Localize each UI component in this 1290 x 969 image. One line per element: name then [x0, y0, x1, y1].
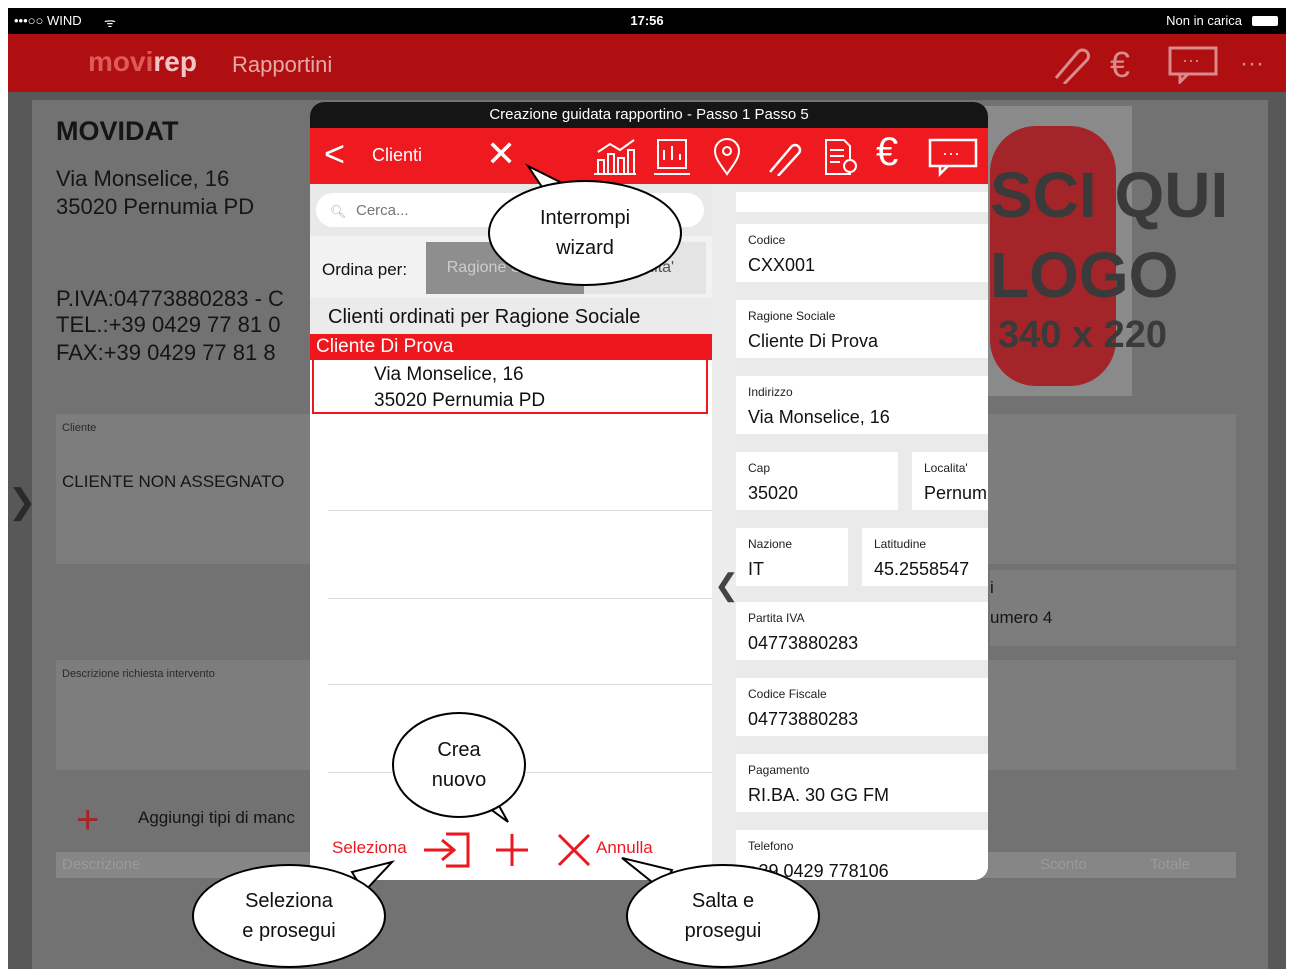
callout-seleziona-prosegui: Seleziona e prosegui	[192, 864, 386, 968]
callout-crea-nuovo: Crea nuovo	[392, 712, 526, 818]
callout-interrompi-wizard: Interrompi wizard	[488, 180, 682, 286]
callout-salta-prosegui: Salta e prosegui	[626, 864, 820, 968]
callout-tails	[350, 163, 674, 894]
